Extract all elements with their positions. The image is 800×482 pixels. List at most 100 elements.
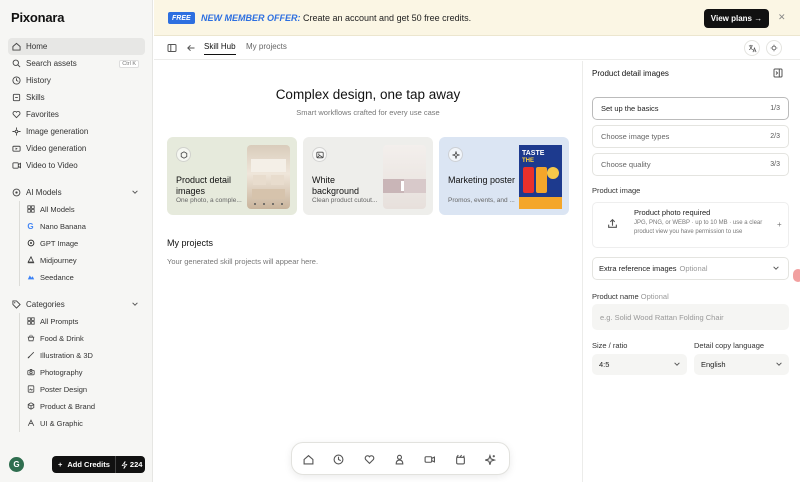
- sidebar-item-gpt-image[interactable]: GPT Image: [24, 235, 145, 251]
- dock-heart-icon[interactable]: [363, 453, 376, 466]
- dock-clapper-icon[interactable]: [454, 453, 467, 466]
- history-icon: [12, 76, 21, 85]
- sidebar-group-categories[interactable]: Categories: [8, 296, 145, 313]
- logo[interactable]: Pixonara: [11, 10, 65, 25]
- skill-card-white-background[interactable]: White background Clean product cutout...: [303, 137, 433, 215]
- sidebar-item-illustration-3d[interactable]: Illustration & 3D: [24, 347, 145, 363]
- main-content: Complex design, one tap away Smart workf…: [154, 61, 582, 482]
- image-gen-icon: [12, 127, 21, 136]
- chevron-down-icon: [775, 360, 783, 370]
- credits-value: 224: [129, 460, 143, 469]
- step-choose-quality[interactable]: Choose quality 3/3: [592, 153, 789, 176]
- tab-skill-hub[interactable]: Skill Hub: [204, 42, 236, 55]
- sidebar-item-skills[interactable]: Skills: [8, 89, 145, 106]
- svg-text:THE: THE: [522, 158, 534, 164]
- image-icon: [176, 147, 191, 162]
- card-title: Marketing poster: [448, 175, 516, 185]
- promo-banner: FREE NEW MEMBER OFFER: Create an account…: [154, 0, 800, 36]
- sidebar-item-ui-graphic[interactable]: UI & Graphic: [24, 415, 145, 431]
- add-credits-button[interactable]: + Add Credits 224: [52, 456, 145, 473]
- close-icon[interactable]: ✕: [778, 12, 786, 23]
- brush-icon: [26, 351, 35, 360]
- sidebar-toggle-icon[interactable]: [166, 42, 177, 53]
- sidebar-item-label: Home: [26, 42, 48, 51]
- product-name-input[interactable]: e.g. Solid Wood Rattan Folding Chair: [592, 304, 789, 330]
- product-name-label-text: Product name: [592, 292, 639, 301]
- sidebar-item-seedance[interactable]: Seedance: [24, 269, 145, 285]
- sidebar-item-image-generation[interactable]: Image generation: [8, 123, 145, 140]
- midjourney-icon: [26, 256, 35, 265]
- skill-card-product-detail[interactable]: Product detail images One photo, a compl…: [167, 137, 297, 215]
- offer-body: Create an account and get 50 free credit…: [300, 13, 472, 23]
- dock-video-icon[interactable]: [423, 453, 436, 466]
- heart-icon: [12, 110, 21, 119]
- chevron-down-icon: [131, 188, 139, 198]
- collapse-panel-icon[interactable]: [773, 68, 783, 80]
- free-badge: FREE: [168, 12, 195, 24]
- dock-home-icon[interactable]: [302, 453, 315, 466]
- seedance-icon: [26, 273, 35, 282]
- sidebar-item-label: Image generation: [26, 127, 89, 136]
- sidebar: Pixonara Home Search assets Ctrl K Histo…: [0, 0, 153, 482]
- sidebar-item-midjourney[interactable]: Midjourney: [24, 252, 145, 268]
- step-choose-image-types[interactable]: Choose image types 2/3: [592, 125, 789, 148]
- floating-helper-tab[interactable]: [793, 269, 800, 282]
- step-label: Set up the basics: [601, 104, 659, 113]
- sidebar-item-favorites[interactable]: Favorites: [8, 106, 145, 123]
- avatar[interactable]: G: [9, 457, 24, 472]
- product-icon: [26, 402, 35, 411]
- translate-icon[interactable]: [744, 40, 760, 56]
- chevron-down-icon: [131, 300, 139, 310]
- dock-sparkle-icon[interactable]: [484, 453, 497, 466]
- sidebar-item-product-brand[interactable]: Product & Brand: [24, 398, 145, 414]
- sidebar-item-food-drink[interactable]: Food & Drink: [24, 330, 145, 346]
- sidebar-item-label: Illustration & 3D: [40, 350, 93, 360]
- sidebar-item-label: Video to Video: [26, 161, 78, 170]
- offer-text: NEW MEMBER OFFER: Create an account and …: [201, 13, 471, 23]
- sidebar-item-nano-banana[interactable]: G Nano Banana: [24, 218, 145, 234]
- copy-language-select[interactable]: English: [694, 354, 789, 375]
- sidebar-item-label: Food & Drink: [40, 333, 84, 343]
- upload-title: Product photo required: [634, 208, 711, 217]
- sidebar-group-ai-models[interactable]: AI Models: [8, 184, 145, 201]
- extra-reference-images-dropdown[interactable]: Extra reference images Optional: [592, 257, 789, 280]
- bottom-dock: [291, 442, 510, 475]
- svg-text:TASTE: TASTE: [522, 150, 545, 157]
- step-label: Choose quality: [601, 160, 651, 169]
- sidebar-item-video-generation[interactable]: Video generation: [8, 140, 145, 157]
- tree-line: [19, 201, 20, 286]
- back-arrow-icon[interactable]: [185, 42, 196, 53]
- product-name-label: Product name Optional: [592, 292, 669, 301]
- sidebar-item-history[interactable]: History: [8, 72, 145, 89]
- view-plans-button[interactable]: View plans →: [704, 9, 769, 28]
- ai-models-icon: [12, 188, 21, 197]
- skill-settings-panel: Product detail images Set up the basics …: [582, 61, 800, 482]
- projects-empty-text: Your generated skill projects will appea…: [167, 257, 319, 266]
- sidebar-item-search-assets[interactable]: Search assets Ctrl K: [8, 55, 145, 72]
- sidebar-item-label: Seedance: [40, 272, 74, 282]
- sparkle-icon: [448, 147, 463, 162]
- sidebar-item-label: Video generation: [26, 144, 87, 153]
- sidebar-item-video-to-video[interactable]: Video to Video: [8, 157, 145, 174]
- dock-history-icon[interactable]: [332, 453, 345, 466]
- sidebar-item-all-models[interactable]: All Models: [24, 201, 145, 217]
- skill-card-marketing-poster[interactable]: Marketing poster Promos, events, and ...…: [439, 137, 569, 215]
- bolt-icon: [121, 460, 128, 469]
- dock-person-icon[interactable]: [393, 453, 406, 466]
- select-value: 4:5: [599, 360, 610, 369]
- size-ratio-select[interactable]: 4:5: [592, 354, 687, 375]
- upload-icon: [607, 218, 618, 231]
- theme-icon[interactable]: [766, 40, 782, 56]
- sidebar-item-poster-design[interactable]: Poster Design: [24, 381, 145, 397]
- step-set-up-basics[interactable]: Set up the basics 1/3: [592, 97, 789, 120]
- home-icon: [12, 42, 21, 51]
- google-icon: G: [27, 221, 34, 231]
- panel-title: Product detail images: [592, 69, 669, 78]
- sidebar-group-label: Categories: [26, 300, 65, 309]
- sidebar-item-photography[interactable]: Photography: [24, 364, 145, 380]
- card-preview-image: [247, 145, 290, 209]
- product-image-upload[interactable]: Product photo required JPG, PNG, or WEBP…: [592, 202, 789, 248]
- sidebar-item-home[interactable]: Home: [8, 38, 145, 55]
- tab-my-projects[interactable]: My projects: [246, 42, 287, 51]
- sidebar-item-all-prompts[interactable]: All Prompts: [24, 313, 145, 329]
